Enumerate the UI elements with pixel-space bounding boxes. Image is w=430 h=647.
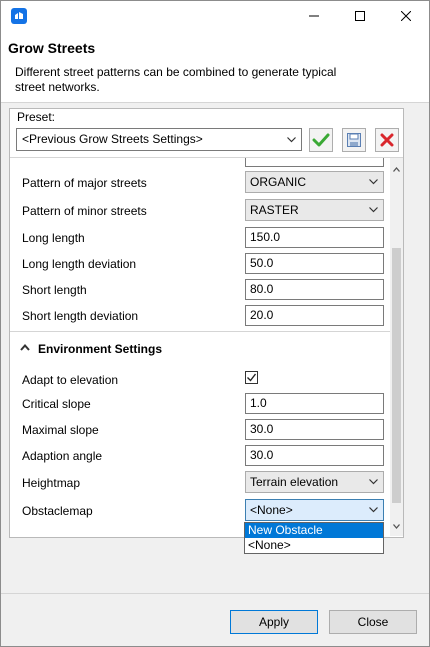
chevron-down-icon xyxy=(369,507,378,513)
preset-select[interactable]: <Previous Grow Streets Settings> xyxy=(16,128,302,151)
heightmap-label: Heightmap xyxy=(22,476,81,490)
footer-divider xyxy=(1,593,429,594)
pattern-minor-value: RASTER xyxy=(250,203,299,217)
settings-scroll-area[interactable]: Pattern of major streets ORGANIC Pattern… xyxy=(10,157,403,537)
pattern-minor-label: Pattern of minor streets xyxy=(22,204,147,218)
row-pattern-minor: Pattern of minor streets RASTER xyxy=(10,199,390,225)
maximal-slope-label: Maximal slope xyxy=(22,423,99,437)
dialog-header: Grow Streets Different street patterns c… xyxy=(1,31,429,103)
short-length-deviation-label: Short length deviation xyxy=(22,309,139,323)
scroll-up-icon[interactable] xyxy=(393,167,400,172)
dialog-title: Grow Streets xyxy=(8,40,96,56)
chevron-down-icon xyxy=(369,207,378,213)
delete-x-icon xyxy=(380,133,394,147)
long-length-input[interactable]: 150.0 xyxy=(245,227,384,248)
preset-value: <Previous Grow Streets Settings> xyxy=(22,132,203,146)
dialog-window: Grow Streets Different street patterns c… xyxy=(0,0,430,647)
save-preset-button[interactable] xyxy=(342,128,366,152)
maximal-slope-input[interactable]: 30.0 xyxy=(245,419,384,440)
chevron-down-icon xyxy=(369,179,378,185)
maximize-icon xyxy=(355,11,365,21)
obstaclemap-label: Obstaclemap xyxy=(22,504,93,518)
delete-preset-button[interactable] xyxy=(375,128,399,152)
long-length-deviation-label: Long length deviation xyxy=(22,257,137,271)
vertical-scrollbar[interactable] xyxy=(390,158,403,536)
adapt-to-elevation-label: Adapt to elevation xyxy=(22,373,119,387)
heightmap-select[interactable]: Terrain elevation xyxy=(245,471,384,493)
preset-label: Preset: xyxy=(17,110,56,124)
checkmark-icon xyxy=(312,133,330,147)
window-close-button[interactable] xyxy=(383,1,429,31)
row-long-length-deviation: Long length deviation 50.0 xyxy=(10,252,390,278)
short-length-deviation-input[interactable]: 20.0 xyxy=(245,305,384,326)
adaption-angle-label: Adaption angle xyxy=(22,449,103,463)
partial-field xyxy=(245,158,384,167)
obstaclemap-select[interactable]: <None> xyxy=(245,499,384,521)
obstaclemap-value: <None> xyxy=(250,503,293,517)
pattern-major-label: Pattern of major streets xyxy=(22,176,147,190)
dialog-description: Different street patterns can be combine… xyxy=(15,65,337,94)
row-critical-slope: Critical slope 1.0 xyxy=(10,392,390,418)
title-bar xyxy=(1,1,429,31)
apply-button[interactable]: Apply xyxy=(230,610,318,634)
critical-slope-label: Critical slope xyxy=(22,397,91,411)
save-icon xyxy=(347,133,361,147)
adapt-to-elevation-checkbox[interactable] xyxy=(245,371,258,384)
long-length-deviation-input[interactable]: 50.0 xyxy=(245,253,384,274)
collapse-arrow-icon xyxy=(20,344,30,351)
environment-section-header[interactable]: Environment Settings xyxy=(16,338,396,362)
environment-section-title: Environment Settings xyxy=(38,342,163,356)
row-heightmap: Heightmap Terrain elevation xyxy=(10,471,390,497)
critical-slope-input[interactable]: 1.0 xyxy=(245,393,384,414)
heightmap-value: Terrain elevation xyxy=(250,475,339,489)
row-pattern-major: Pattern of major streets ORGANIC xyxy=(10,171,390,197)
app-logo-icon xyxy=(11,8,27,24)
long-length-label: Long length xyxy=(22,231,85,245)
row-adaption-angle: Adaption angle 30.0 xyxy=(10,444,390,470)
pattern-major-value: ORGANIC xyxy=(250,175,307,189)
adaption-angle-input[interactable]: 30.0 xyxy=(245,445,384,466)
obstaclemap-dropdown-list[interactable]: New Obstacle <None> xyxy=(244,522,384,554)
short-length-label: Short length xyxy=(22,283,87,297)
apply-preset-button[interactable] xyxy=(309,128,333,152)
settings-panel: Preset: <Previous Grow Streets Settings>… xyxy=(9,108,404,538)
dropdown-option-new-obstacle[interactable]: New Obstacle xyxy=(245,523,383,538)
minimize-button[interactable] xyxy=(291,1,337,31)
row-adapt-to-elevation: Adapt to elevation xyxy=(10,368,390,394)
chevron-down-icon xyxy=(287,137,296,143)
scroll-down-icon[interactable] xyxy=(393,524,400,529)
row-maximal-slope: Maximal slope 30.0 xyxy=(10,418,390,444)
chevron-down-icon xyxy=(369,479,378,485)
pattern-minor-select[interactable]: RASTER xyxy=(245,199,384,221)
minimize-icon xyxy=(309,15,319,17)
row-short-length-deviation: Short length deviation 20.0 xyxy=(10,304,390,330)
checkmark-icon xyxy=(247,373,257,382)
section-divider xyxy=(10,331,390,332)
maximize-button[interactable] xyxy=(337,1,383,31)
row-short-length: Short length 80.0 xyxy=(10,278,390,304)
dropdown-option-none[interactable]: <None> xyxy=(245,538,383,553)
pattern-major-select[interactable]: ORGANIC xyxy=(245,171,384,193)
row-long-length: Long length 150.0 xyxy=(10,226,390,252)
close-icon xyxy=(401,11,411,21)
short-length-input[interactable]: 80.0 xyxy=(245,279,384,300)
close-button[interactable]: Close xyxy=(329,610,417,634)
scrollbar-thumb[interactable] xyxy=(392,248,401,503)
